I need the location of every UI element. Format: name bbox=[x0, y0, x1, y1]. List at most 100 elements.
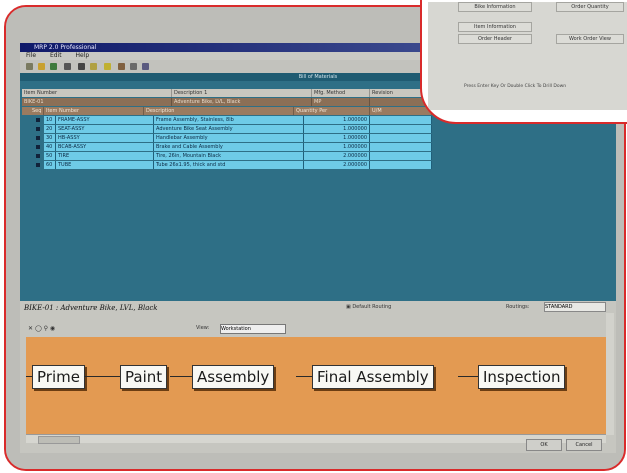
row-um bbox=[370, 152, 432, 160]
row-marker bbox=[36, 154, 40, 158]
ok-button[interactable]: OK bbox=[526, 439, 562, 451]
sub-col-um: U/M bbox=[370, 107, 432, 115]
routing-title: BIKE-01 : Adventure Bike, LVL, Black bbox=[24, 304, 158, 312]
step-prime[interactable]: Prime bbox=[32, 365, 85, 389]
row-marker bbox=[36, 145, 40, 149]
default-routing-checkbox[interactable]: ▣ Default Routing bbox=[346, 304, 391, 310]
inset-order-qty[interactable]: Order Quantity bbox=[556, 2, 624, 12]
row-item: TUBE bbox=[56, 161, 154, 169]
save-icon[interactable] bbox=[50, 63, 57, 70]
parent-row[interactable]: BIKE-01 Adventure Bike, LVL, Black MP bbox=[22, 98, 432, 106]
col-description[interactable]: Description 1 bbox=[172, 89, 312, 97]
parent-item: BIKE-01 bbox=[22, 98, 172, 106]
close-icon[interactable]: ✕ bbox=[28, 325, 33, 332]
horizontal-scrollbar[interactable] bbox=[26, 434, 606, 444]
row-qty: 1.000000 bbox=[304, 143, 370, 151]
table-header: Item Number Description 1 Mfg. Method Re… bbox=[22, 89, 432, 97]
flow-link bbox=[458, 376, 478, 377]
row-desc: Brake and Cable Assembly bbox=[154, 143, 304, 151]
inset-order-header[interactable]: Order Header bbox=[458, 34, 532, 44]
row-item: FRAME-ASSY bbox=[56, 116, 154, 124]
row-desc: Frame Assembly, Stainless, 8lb bbox=[154, 116, 304, 124]
scroll-thumb[interactable] bbox=[38, 436, 80, 444]
flow-link bbox=[170, 376, 192, 377]
step-assembly[interactable]: Assembly bbox=[192, 365, 275, 389]
flow-link bbox=[84, 376, 120, 377]
row-desc: Adventure Bike Seat Assembly bbox=[154, 125, 304, 133]
table-row[interactable]: 30 HB-ASSY Handlebar Assembly 1.000000 bbox=[36, 134, 432, 142]
sub-header: Seq Item Number Description Quantity Per… bbox=[22, 107, 432, 115]
grid-icon[interactable] bbox=[142, 63, 149, 70]
table-row[interactable]: 20 SEAT-ASSY Adventure Bike Seat Assembl… bbox=[36, 125, 432, 133]
row-qty: 1.000000 bbox=[304, 125, 370, 133]
row-qty: 2.000000 bbox=[304, 161, 370, 169]
row-item: HB-ASSY bbox=[56, 134, 154, 142]
sub-col-item: Item Number bbox=[44, 107, 144, 115]
inset-work-order-view[interactable]: Work Order View bbox=[556, 34, 624, 44]
vertical-scrollbar[interactable] bbox=[606, 313, 614, 435]
menu-file[interactable]: File bbox=[26, 52, 36, 59]
cancel-button[interactable]: Cancel bbox=[566, 439, 602, 451]
settings-icon[interactable]: ◉ bbox=[50, 325, 55, 332]
zoom-icon[interactable]: ◯ bbox=[35, 325, 42, 332]
print-icon[interactable] bbox=[118, 63, 125, 70]
row-um bbox=[370, 125, 432, 133]
row-seq: 10 bbox=[44, 116, 56, 124]
cut-icon[interactable] bbox=[64, 63, 71, 70]
inset-status: Press Enter Key Or Double Click To Drill… bbox=[464, 84, 567, 89]
step-paint[interactable]: Paint bbox=[120, 365, 168, 389]
menu-help[interactable]: Help bbox=[76, 52, 90, 59]
new-icon[interactable] bbox=[26, 63, 33, 70]
open-icon[interactable] bbox=[38, 63, 45, 70]
copy-icon[interactable] bbox=[90, 63, 97, 70]
table-row[interactable]: 50 TIRE Tire, 26in, Mountain Black 2.000… bbox=[36, 152, 432, 160]
row-item: BCAB-ASSY bbox=[56, 143, 154, 151]
row-um bbox=[370, 134, 432, 142]
search-icon[interactable]: ⚲ bbox=[44, 325, 48, 332]
row-item: SEAT-ASSY bbox=[56, 125, 154, 133]
routings-label: Routings: bbox=[506, 304, 530, 310]
row-desc: Tube 26x1.95, thick and std bbox=[154, 161, 304, 169]
default-routing-label: Default Routing bbox=[352, 304, 392, 310]
window-title: MRP 2.0 Professional bbox=[34, 44, 97, 51]
col-mfg-method[interactable]: Mfg. Method bbox=[312, 89, 370, 97]
routing-tools: ✕ ◯ ⚲ ◉ bbox=[28, 325, 55, 332]
row-um bbox=[370, 143, 432, 151]
view-label: View: bbox=[196, 325, 210, 331]
row-marker bbox=[36, 163, 40, 167]
routing-flowchart: Prime Paint Assembly Final Assembly Insp… bbox=[26, 337, 606, 434]
paste-icon[interactable] bbox=[104, 63, 111, 70]
sub-col-qty: Quantity Per bbox=[294, 107, 370, 115]
table-row[interactable]: 40 BCAB-ASSY Brake and Cable Assembly 1.… bbox=[36, 143, 432, 151]
row-seq: 30 bbox=[44, 134, 56, 142]
zoom-inset: Bike Information Order Quantity Item Inf… bbox=[420, 0, 627, 124]
step-inspection[interactable]: Inspection bbox=[478, 365, 566, 389]
row-seq: 40 bbox=[44, 143, 56, 151]
row-seq: 50 bbox=[44, 152, 56, 160]
row-qty: 2.000000 bbox=[304, 152, 370, 160]
inset-bike-info[interactable]: Bike Information bbox=[458, 2, 532, 12]
find-icon[interactable] bbox=[130, 63, 137, 70]
col-item-number[interactable]: Item Number bbox=[22, 89, 172, 97]
inset-content: Bike Information Order Quantity Item Inf… bbox=[428, 2, 627, 110]
row-um bbox=[370, 161, 432, 169]
step-final-assembly[interactable]: Final Assembly bbox=[312, 365, 434, 389]
table-row[interactable]: 60 TUBE Tube 26x1.95, thick and std 2.00… bbox=[36, 161, 432, 169]
row-um bbox=[370, 116, 432, 124]
table-row[interactable]: 10 FRAME-ASSY Frame Assembly, Stainless,… bbox=[36, 116, 432, 124]
view-select[interactable]: Workstation bbox=[220, 324, 286, 334]
inset-item-info[interactable]: Item Information bbox=[458, 22, 532, 32]
checkbox-icon: ▣ bbox=[346, 304, 351, 310]
routings-select[interactable]: STANDARD bbox=[544, 302, 606, 312]
menu-edit[interactable]: Edit bbox=[50, 52, 62, 59]
row-item: TIRE bbox=[56, 152, 154, 160]
row-qty: 1.000000 bbox=[304, 116, 370, 124]
row-marker bbox=[36, 118, 40, 122]
row-seq: 60 bbox=[44, 161, 56, 169]
row-desc: Tire, 26in, Mountain Black bbox=[154, 152, 304, 160]
row-seq: 20 bbox=[44, 125, 56, 133]
sub-col-seq: Seq bbox=[30, 107, 44, 115]
parent-method: MP bbox=[312, 98, 370, 106]
flow-link bbox=[296, 376, 312, 377]
check-icon[interactable] bbox=[78, 63, 85, 70]
